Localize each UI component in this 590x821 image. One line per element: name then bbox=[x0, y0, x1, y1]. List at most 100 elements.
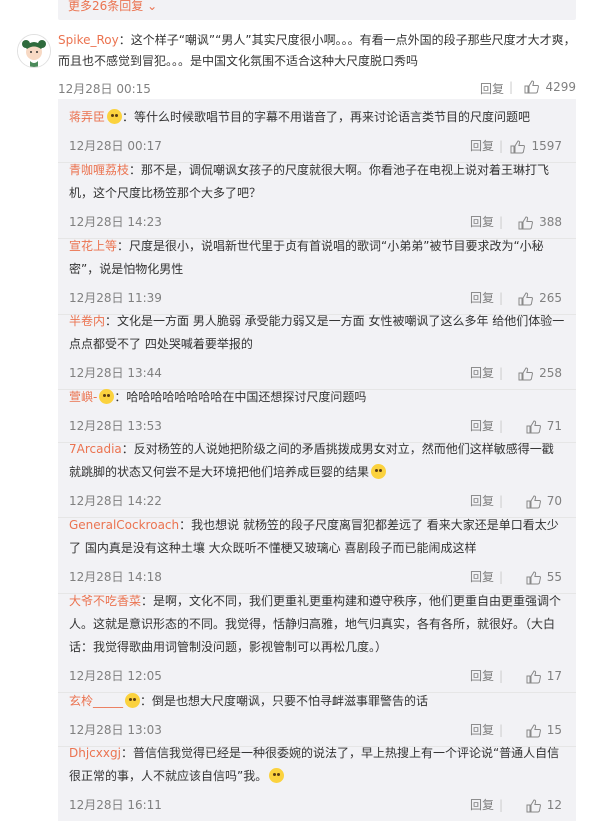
reply-item: 蒋弄臣 ：等什么时候歌唱节目的字幕不用谐音了，再来讨论语言类节目的尺度问题吧 12月… bbox=[69, 106, 565, 153]
reply-username[interactable]: 萱嶼- bbox=[69, 390, 97, 404]
thumbs-up-icon bbox=[510, 139, 526, 153]
reply-username[interactable]: 大爷不吃香菜 bbox=[69, 594, 141, 608]
reply-text: 青咖喱荔枝：那不是，调侃嘲讽女孩子的尺度就很大啊。你看池子在电视上说对着王琳打飞… bbox=[69, 159, 565, 205]
like-count: 71 bbox=[546, 419, 562, 433]
reply-time: 12月28日 00:17 bbox=[69, 139, 162, 153]
user-badge-icon bbox=[125, 693, 141, 708]
divider: | bbox=[498, 669, 503, 683]
reply-button[interactable]: 回复 bbox=[470, 794, 494, 817]
comment-username[interactable]: Spike_Roy bbox=[58, 33, 119, 47]
like-button[interactable]: 17 bbox=[526, 665, 562, 688]
reply-button[interactable]: 回复 bbox=[470, 362, 494, 385]
reply-text: 萱嶼- ：哈哈哈哈哈哈哈哈在中国还想探讨尺度问题吗 bbox=[69, 386, 565, 409]
replies-panel: 蒋弄臣 ：等什么时候歌唱节目的字幕不用谐音了，再来讨论语言类节目的尺度问题吧 12月… bbox=[58, 99, 576, 821]
thumbs-up-icon bbox=[526, 669, 541, 683]
reply-time: 12月28日 13:44 bbox=[69, 366, 162, 380]
divider: | bbox=[498, 139, 503, 153]
reply-button[interactable]: 回复 bbox=[470, 135, 494, 158]
reply-body: ：普信信我觉得已经是一种很委婉的说法了，早上热搜上有一个评论说“普通人自信很正常… bbox=[69, 746, 560, 783]
comment-time: 12月28日 00:15 bbox=[58, 82, 151, 96]
reply-text: Dhjcxxgj：普信信我觉得已经是一种很委婉的说法了，早上热搜上有一个评论说“… bbox=[69, 742, 565, 788]
like-count: 17 bbox=[546, 669, 562, 683]
reply-meta: 12月28日 16:11 回复 | 12 bbox=[69, 794, 562, 812]
reply-meta: 12月28日 13:44 回复 | 258 bbox=[69, 362, 562, 380]
like-button[interactable]: 1597 bbox=[510, 135, 562, 158]
like-button[interactable]: 12 bbox=[526, 794, 562, 817]
like-button[interactable]: 265 bbox=[518, 287, 562, 310]
thumbs-up-icon bbox=[524, 80, 540, 94]
like-button[interactable]: 15 bbox=[526, 719, 562, 742]
reply-button[interactable]: 回复 bbox=[470, 719, 494, 742]
reply-time: 12月28日 13:03 bbox=[69, 723, 162, 737]
reply-button[interactable]: 回复 bbox=[470, 566, 494, 589]
like-button[interactable]: 4299 bbox=[524, 80, 576, 94]
user-badge-icon bbox=[107, 109, 123, 124]
reply-username[interactable]: GeneralCockroach bbox=[69, 518, 179, 532]
reply-meta: 12月28日 11:39 回复 | 265 bbox=[69, 287, 562, 305]
like-button[interactable]: 388 bbox=[518, 211, 562, 234]
comment-body: ：这个样子“嘲讽”“男人”其实尺度很小啊。。。有看一点外国的段子那些尺度才大才爽… bbox=[58, 33, 576, 68]
divider: | bbox=[498, 494, 503, 508]
reply-item: GeneralCockroach：我也想说 就杨笠的段子尺度离冒犯都差远了 看来… bbox=[69, 514, 565, 584]
reply-username[interactable]: 青咖喱荔枝 bbox=[69, 163, 129, 177]
emoji-icon bbox=[269, 768, 285, 783]
reply-text: GeneralCockroach：我也想说 就杨笠的段子尺度离冒犯都差远了 看来… bbox=[69, 514, 565, 560]
reply-time: 12月28日 12:05 bbox=[69, 669, 162, 683]
reply-username[interactable]: 玄柃_____ bbox=[69, 694, 123, 708]
reply-username[interactable]: 7Arcadia bbox=[69, 442, 122, 456]
reply-meta: 12月28日 14:22 回复 | 70 bbox=[69, 490, 562, 508]
main-comment-text: Spike_Roy：这个样子“嘲讽”“男人”其实尺度很小啊。。。有看一点外国的段… bbox=[58, 30, 576, 72]
reply-meta: 12月28日 12:05 回复 | 17 bbox=[69, 665, 562, 683]
more-replies-link[interactable]: 更多26条回复 ⌄ bbox=[68, 0, 157, 14]
like-count: 388 bbox=[539, 215, 562, 229]
like-count: 55 bbox=[546, 570, 562, 584]
like-button[interactable]: 71 bbox=[526, 415, 562, 438]
reply-item: 玄柃_____ ：倒是也想大尺度嘲讽，只要不怕寻衅滋事罪警告的话 12月28日 13… bbox=[69, 690, 565, 737]
user-badge-icon bbox=[99, 389, 115, 404]
reply-body: ：等什么时候歌唱节目的字幕不用谐音了，再来讨论语言类节目的尺度问题吧 bbox=[122, 110, 531, 124]
like-count: 70 bbox=[546, 494, 562, 508]
thumbs-up-icon bbox=[526, 723, 541, 737]
emoji-icon bbox=[371, 464, 387, 479]
more-replies-strip: 更多26条回复 ⌄ bbox=[58, 0, 576, 20]
divider: | bbox=[498, 723, 503, 737]
reply-body: ：是啊，文化不同，我们更重礼更重构建和遵守秩序，他们更重自由更重强调个人。这就是… bbox=[69, 594, 562, 654]
reply-meta: 12月28日 13:03 回复 | 15 bbox=[69, 719, 562, 737]
comment-meta: 12月28日 00:15 回复 | 4299 bbox=[58, 80, 576, 96]
reply-meta: 12月28日 00:17 回复 | 1597 bbox=[69, 135, 562, 153]
reply-button[interactable]: 回复 bbox=[470, 490, 494, 513]
reply-button[interactable]: 回复 bbox=[470, 287, 494, 310]
reply-username[interactable]: 半卷内 bbox=[69, 314, 105, 328]
divider: | bbox=[498, 291, 503, 305]
reply-item: 半卷内：文化是一方面 男人脆弱 承受能力弱又是一方面 女性被嘲讽了这么多年 给他… bbox=[69, 310, 565, 380]
avatar[interactable] bbox=[17, 34, 51, 68]
reply-meta: 12月28日 13:53 回复 | 71 bbox=[69, 415, 562, 433]
thumbs-up-icon bbox=[518, 215, 534, 229]
reply-username[interactable]: 蒋弄臣 bbox=[69, 110, 105, 124]
divider: | bbox=[498, 570, 503, 584]
reply-body: ：文化是一方面 男人脆弱 承受能力弱又是一方面 女性被嘲讽了这么多年 给他们体验… bbox=[69, 314, 565, 351]
reply-username[interactable]: 宣花上等 bbox=[69, 239, 117, 253]
reply-item: 7Arcadia：反对杨笠的人说她把阶级之间的矛盾挑拨成男女对立，然而他们这样敏… bbox=[69, 438, 565, 508]
like-count: 258 bbox=[539, 366, 562, 380]
thumbs-up-icon bbox=[526, 494, 541, 508]
reply-time: 12月28日 11:39 bbox=[69, 291, 162, 305]
like-button[interactable]: 55 bbox=[526, 566, 562, 589]
reply-button[interactable]: 回复 bbox=[470, 665, 494, 688]
thumbs-up-icon bbox=[526, 419, 541, 433]
reply-body: ：那不是，调侃嘲讽女孩子的尺度就很大啊。你看池子在电视上说对着王琳打飞机，这个尺… bbox=[69, 163, 550, 200]
thumbs-up-icon bbox=[518, 291, 534, 305]
reply-button[interactable]: 回复 bbox=[470, 211, 494, 234]
thumbs-up-icon bbox=[526, 798, 541, 812]
reply-button[interactable]: 回复 bbox=[470, 415, 494, 438]
like-button[interactable]: 70 bbox=[526, 490, 562, 513]
like-count: 4299 bbox=[545, 80, 576, 94]
reply-meta: 12月28日 14:18 回复 | 55 bbox=[69, 566, 562, 584]
reply-button[interactable]: 回复 bbox=[480, 80, 504, 97]
reply-body: ：尺度是很小，说唱新世代里于贞有首说唱的歌词“小弟弟”被节目要求改为“小秘密”，… bbox=[69, 239, 544, 276]
reply-username[interactable]: Dhjcxxgj bbox=[69, 746, 121, 760]
divider: | bbox=[508, 80, 513, 94]
reply-item: 宣花上等：尺度是很小，说唱新世代里于贞有首说唱的歌词“小弟弟”被节目要求改为“小… bbox=[69, 235, 565, 305]
like-button[interactable]: 258 bbox=[518, 362, 562, 385]
reply-time: 12月28日 16:11 bbox=[69, 798, 162, 812]
